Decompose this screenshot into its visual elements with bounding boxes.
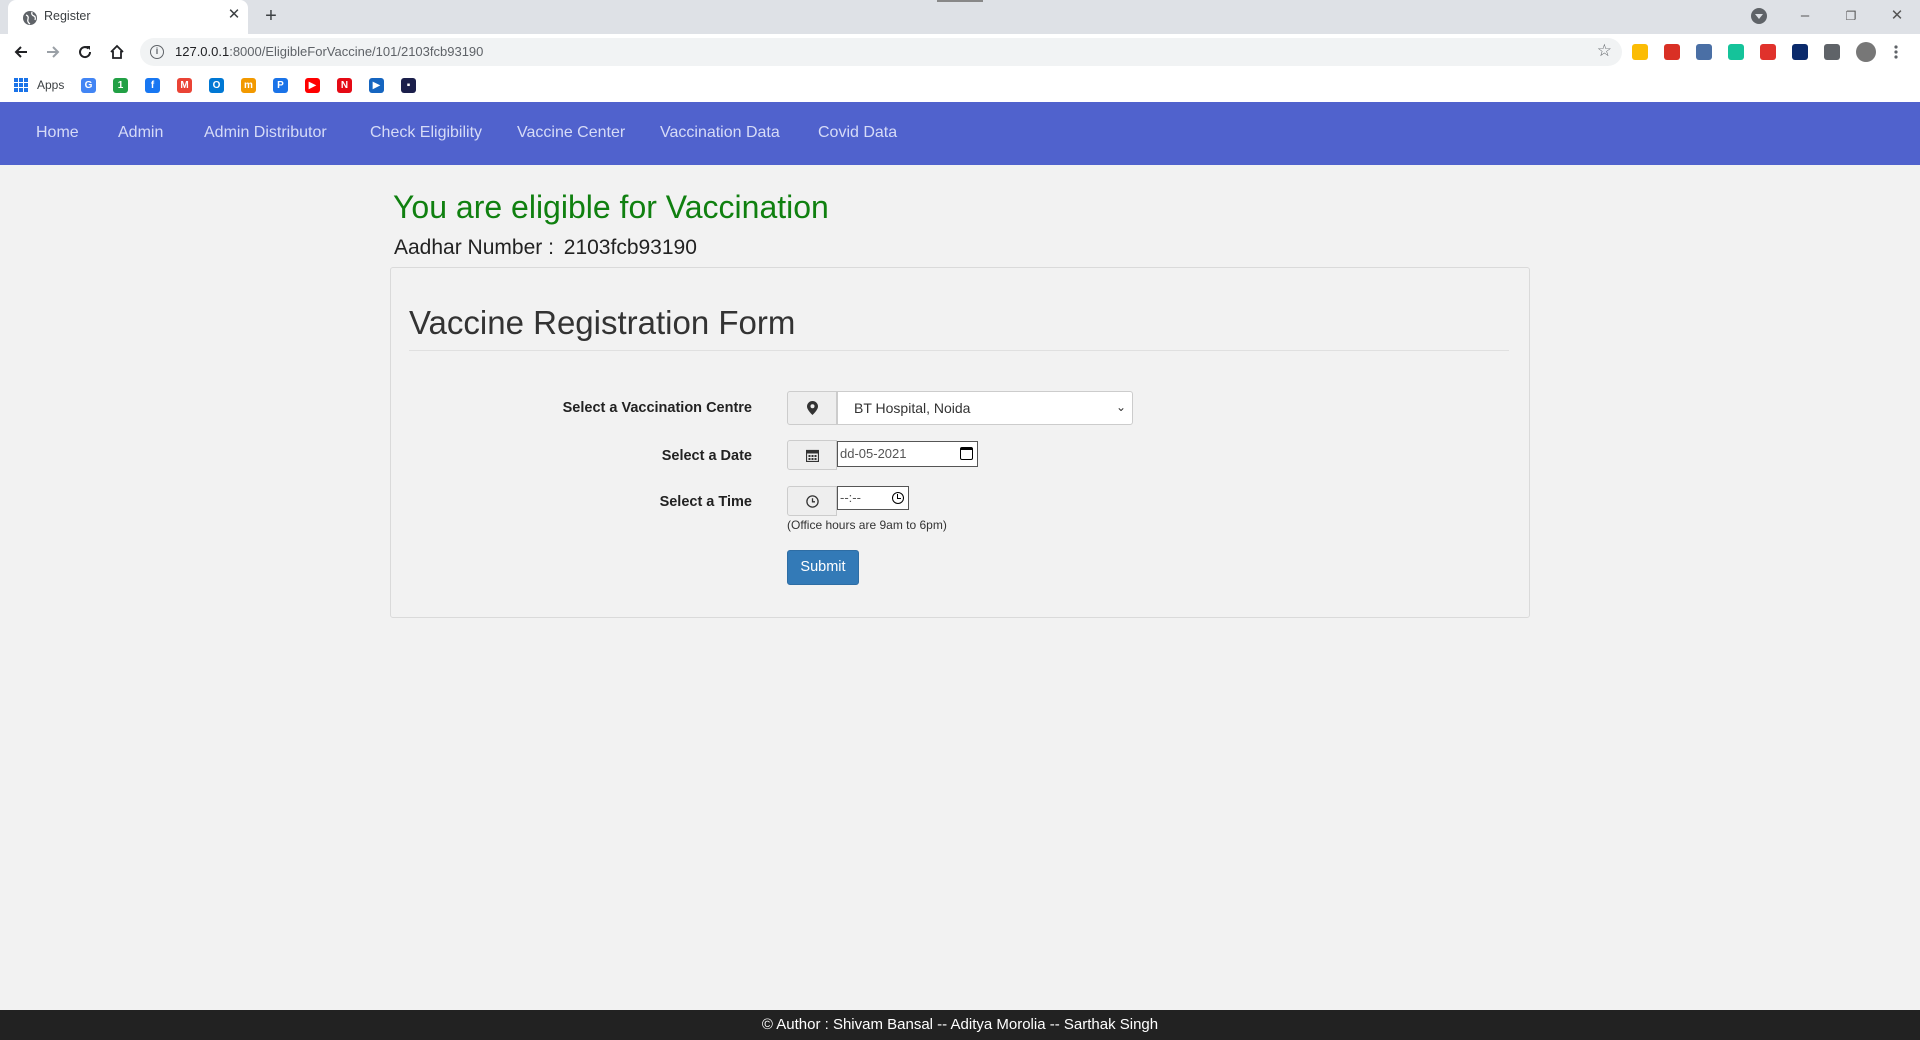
nav-vaccination-data[interactable]: Vaccination Data <box>660 124 780 142</box>
browser-toolbar: i 127.0.0.1:8000/EligibleForVaccine/101/… <box>0 34 1920 70</box>
date-value: dd-05-2021 <box>840 446 907 461</box>
apps-grid-icon[interactable] <box>14 78 28 92</box>
site-info-icon[interactable]: i <box>150 45 164 59</box>
hp-extension-icon[interactable] <box>1792 44 1808 60</box>
date-addon <box>787 440 837 470</box>
ad-block-extension-icon[interactable] <box>1664 44 1680 60</box>
aadhar-label: Aadhar Number : <box>394 236 554 259</box>
globe-icon <box>23 11 37 25</box>
youtube-bookmark-icon[interactable]: ▶ <box>305 78 320 93</box>
home-button[interactable] <box>105 40 129 64</box>
green-bookmark-icon[interactable]: 1 <box>113 78 128 93</box>
url-path: :8000/EligibleForVaccine/101/2103fcb9319… <box>229 44 484 59</box>
dark-square-bookmark-icon[interactable]: ▪ <box>401 78 416 93</box>
page-footer: © Author : Shivam Bansal -- Aditya Morol… <box>0 1010 1920 1040</box>
mn-bookmark-icon[interactable]: m <box>241 78 256 93</box>
site-navbar: Home Admin Admin Distributor Check Eligi… <box>0 102 1920 165</box>
nav-covid-data[interactable]: Covid Data <box>818 124 897 142</box>
tab-close-icon[interactable]: ✕ <box>225 6 243 24</box>
tab-title: Register <box>44 9 91 23</box>
time-input[interactable]: --:-- <box>837 486 909 510</box>
grammarly-extension-icon[interactable] <box>1728 44 1744 60</box>
url-text[interactable]: 127.0.0.1:8000/EligibleForVaccine/101/21… <box>175 44 483 59</box>
blue-p-bookmark-icon[interactable]: P <box>273 78 288 93</box>
time-value: --:-- <box>840 490 861 505</box>
clock-icon <box>805 494 819 508</box>
nav-admin-distributor[interactable]: Admin Distributor <box>204 124 327 142</box>
aadhar-number: Aadhar Number : 2103fcb93190 <box>394 236 697 260</box>
restore-button[interactable]: ❐ <box>1836 4 1866 28</box>
facebook-bookmark-icon[interactable]: f <box>145 78 160 93</box>
submit-button[interactable]: Submit <box>787 550 859 585</box>
title-divider <box>409 350 1509 351</box>
centre-label: Select a Vaccination Centre <box>562 400 752 416</box>
window-drag-indicator <box>937 0 983 2</box>
registration-panel: Vaccine Registration Form Select a Vacci… <box>390 267 1530 618</box>
forward-button[interactable] <box>41 40 65 64</box>
apps-shortcut[interactable]: Apps <box>37 78 64 92</box>
centre-addon <box>787 391 837 425</box>
tab-search-icon[interactable] <box>1751 8 1767 24</box>
date-label: Select a Date <box>661 448 752 464</box>
google-bookmark-icon[interactable]: G <box>81 78 96 93</box>
blue-circle-extension-icon[interactable] <box>1696 44 1712 60</box>
bookmarks-bar: Apps G 1 f M Om P ▶ N ▶ ▪ <box>0 70 1920 102</box>
centre-selected-value: BT Hospital, Noida <box>854 400 971 416</box>
gmail-bookmark-icon[interactable]: M <box>177 78 192 93</box>
back-button[interactable] <box>9 40 33 64</box>
reload-icon <box>79 46 92 59</box>
nav-home[interactable]: Home <box>36 124 79 142</box>
profile-avatar-icon[interactable] <box>1856 42 1876 62</box>
home-icon <box>110 44 124 59</box>
time-picker-icon[interactable] <box>892 492 904 504</box>
calendar-icon <box>805 449 819 462</box>
bookmark-star-icon[interactable]: ☆ <box>1597 41 1612 61</box>
chevron-down-icon: ⌄ <box>1115 400 1126 414</box>
close-window-button[interactable]: ✕ <box>1882 4 1912 28</box>
tp-extension-icon[interactable] <box>1760 44 1776 60</box>
browser-tab-strip: Register ✕ + – ❐ ✕ <box>0 0 1920 34</box>
browser-tab[interactable]: Register ✕ <box>8 0 248 34</box>
date-picker-icon[interactable] <box>960 447 973 460</box>
play-circle-bookmark-icon[interactable]: ▶ <box>369 78 384 93</box>
time-label: Select a Time <box>659 494 752 510</box>
vaccination-centre-select[interactable]: BT Hospital, Noida ⌄ <box>837 391 1133 425</box>
time-addon <box>787 486 837 516</box>
new-tab-button[interactable]: + <box>260 5 282 27</box>
netflix-bookmark-icon[interactable]: N <box>337 78 352 93</box>
more-menu-icon[interactable] <box>1894 44 1898 60</box>
puzzle-extensions-icon[interactable] <box>1824 44 1840 60</box>
eligibility-heading: You are eligible for Vaccination <box>393 189 829 225</box>
tricolor-extension-icon[interactable] <box>1632 44 1648 60</box>
outlook-bookmark-icon[interactable]: O <box>209 78 224 93</box>
date-input[interactable]: dd-05-2021 <box>837 441 978 467</box>
back-arrow-icon <box>14 46 27 58</box>
nav-vaccine-center[interactable]: Vaccine Center <box>517 124 625 142</box>
map-marker-icon <box>806 401 818 415</box>
form-title: Vaccine Registration Form <box>409 304 796 341</box>
nav-check-eligibility[interactable]: Check Eligibility <box>370 124 482 142</box>
minimize-button[interactable]: – <box>1790 4 1820 28</box>
aadhar-value: 2103fcb93190 <box>563 236 697 259</box>
reload-button[interactable] <box>73 40 97 64</box>
url-host: 127.0.0.1 <box>175 44 230 59</box>
forward-arrow-icon <box>47 46 60 58</box>
nav-admin[interactable]: Admin <box>118 124 163 142</box>
office-hours-hint: (Office hours are 9am to 6pm) <box>787 518 947 532</box>
address-bar[interactable]: i 127.0.0.1:8000/EligibleForVaccine/101/… <box>140 38 1622 66</box>
